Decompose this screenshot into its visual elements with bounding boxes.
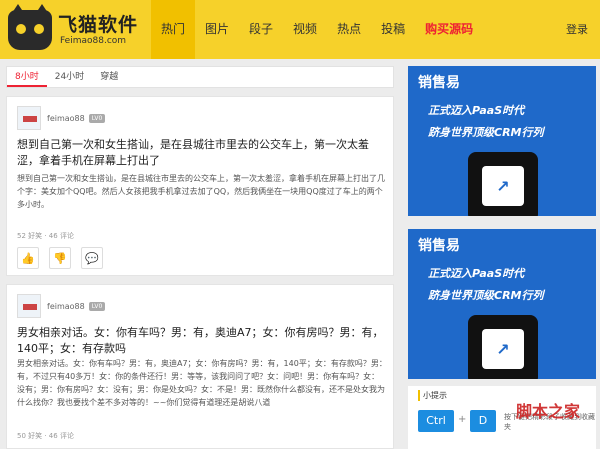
logo-domain: Feimao88.com <box>60 36 127 46</box>
d-key: D <box>470 410 496 432</box>
tips-title: 小提示 <box>418 390 447 401</box>
ad-banner[interactable]: 销售易 正式迈入PaaS时代 跻身世界顶级CRM行列 ↗ <box>408 229 596 379</box>
like-button[interactable]: 👍 <box>17 247 39 269</box>
post-meta: 52 好笑 · 46 评论 <box>17 232 74 240</box>
post-actions: 👍 👎 💬 <box>17 247 103 269</box>
author-name[interactable]: feimao88 <box>47 114 85 123</box>
site-logo[interactable]: 飞猫软件 Feimao88.com <box>8 4 158 52</box>
post-meta: 50 好笑 · 46 评论 <box>17 432 74 440</box>
post-title[interactable]: 想到自己第一次和女生搭讪，是在县城往市里去的公交车上，第一次太羞涩，拿着手机在屏… <box>17 137 387 169</box>
ad-headline: 正式迈入PaaS时代 <box>428 104 525 117</box>
avatar[interactable] <box>17 294 41 318</box>
nav-images[interactable]: 图片 <box>195 0 239 59</box>
plus-icon: + <box>458 414 467 425</box>
ctrl-key: Ctrl <box>418 410 454 432</box>
thumbs-down-icon: 👎 <box>53 251 67 265</box>
comment-icon: 💬 <box>85 251 99 265</box>
level-badge: LV0 <box>88 301 106 311</box>
comment-button[interactable]: 💬 <box>81 247 103 269</box>
login-link[interactable]: 登录 <box>566 0 588 59</box>
nav-videos[interactable]: 视频 <box>283 0 327 59</box>
watermark: 脚本之家 <box>515 402 580 421</box>
tab-8h[interactable]: 8小时 <box>7 67 47 87</box>
post-author: feimao88 LV0 <box>17 294 106 318</box>
level-badge: LV0 <box>88 113 106 123</box>
logo-name: 飞猫软件 <box>58 14 139 36</box>
post-card: feimao88 LV0 男女相亲对话。女：你有车吗？男：有，奥迪A7；女：你有… <box>6 284 394 449</box>
ad-brand: 销售易 <box>418 75 460 91</box>
nav-jokes[interactable]: 段子 <box>239 0 283 59</box>
arrow-icon: ↗ <box>496 176 510 196</box>
post-card: feimao88 LV0 想到自己第一次和女生搭讪，是在县城往市里去的公交车上，… <box>6 96 394 276</box>
ad-subline: 跻身世界顶级CRM行列 <box>428 126 544 139</box>
author-name[interactable]: feimao88 <box>47 302 85 311</box>
dislike-button[interactable]: 👎 <box>49 247 71 269</box>
ad-brand: 销售易 <box>418 238 460 254</box>
phone-icon: ↗ <box>468 152 538 216</box>
time-tabs: 8小时 24小时 穿越 <box>6 66 394 88</box>
ad-banner[interactable]: 销售易 正式迈入PaaS时代 跻身世界顶级CRM行列 ↗ <box>408 66 596 216</box>
header-bar: 飞猫软件 Feimao88.com 热门 图片 段子 视频 热点 投稿 购买源码… <box>0 0 600 59</box>
nav-trending[interactable]: 热点 <box>327 0 371 59</box>
post-author: feimao88 LV0 <box>17 106 106 130</box>
post-body: 男女相亲对话。女：你有车吗？男：有，奥迪A7；女：你有房吗？男：有，140平；女… <box>17 359 387 407</box>
main-nav: 热门 图片 段子 视频 热点 投稿 购买源码 <box>151 0 483 59</box>
post-title[interactable]: 男女相亲对话。女：你有车吗？男：有，奥迪A7；女：你有房吗？男：有，140平；女… <box>17 325 387 357</box>
thumbs-up-icon: 👍 <box>21 251 35 265</box>
arrow-icon: ↗ <box>496 339 510 359</box>
tab-timetravel[interactable]: 穿越 <box>92 67 126 87</box>
avatar[interactable] <box>17 106 41 130</box>
ad-subline: 跻身世界顶级CRM行列 <box>428 289 544 302</box>
cat-logo-icon <box>8 4 52 50</box>
nav-buy-source[interactable]: 购买源码 <box>415 0 483 59</box>
post-body: 想到自己第一次和女生搭讪，是在县城往市里去的公交车上，第一次太羞涩，拿着手机在屏… <box>17 174 385 209</box>
nav-submit[interactable]: 投稿 <box>371 0 415 59</box>
tab-24h[interactable]: 24小时 <box>47 67 92 87</box>
phone-icon: ↗ <box>468 315 538 379</box>
ad-headline: 正式迈入PaaS时代 <box>428 267 525 280</box>
nav-hot[interactable]: 热门 <box>151 0 196 59</box>
